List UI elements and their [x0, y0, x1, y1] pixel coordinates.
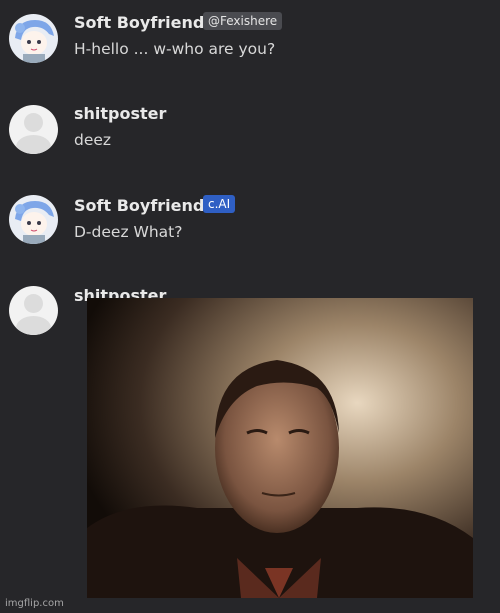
- avatar-placeholder-body: [16, 135, 51, 154]
- avatar-placeholder-head: [24, 294, 43, 313]
- avatar[interactable]: [9, 195, 58, 244]
- author-name[interactable]: Soft Boyfriend: [74, 13, 204, 32]
- avatar-placeholder-head: [24, 113, 43, 132]
- watermark: imgflip.com: [5, 598, 64, 609]
- avatar[interactable]: [9, 286, 58, 335]
- cai-badge: c.AI: [203, 195, 236, 213]
- avatar-placeholder-body: [16, 316, 51, 335]
- author-name[interactable]: shitposter: [74, 104, 166, 123]
- reaction-photo: [87, 298, 473, 598]
- message-text: D-deez What?: [74, 223, 183, 241]
- handle-badge: @Fexishere: [203, 12, 283, 30]
- avatar[interactable]: [9, 105, 58, 154]
- message-text: deez: [74, 131, 112, 149]
- avatar[interactable]: [9, 14, 58, 63]
- author-name[interactable]: Soft Boyfriend: [74, 196, 204, 215]
- message-text: H-hello ... w-who are you?: [74, 40, 276, 58]
